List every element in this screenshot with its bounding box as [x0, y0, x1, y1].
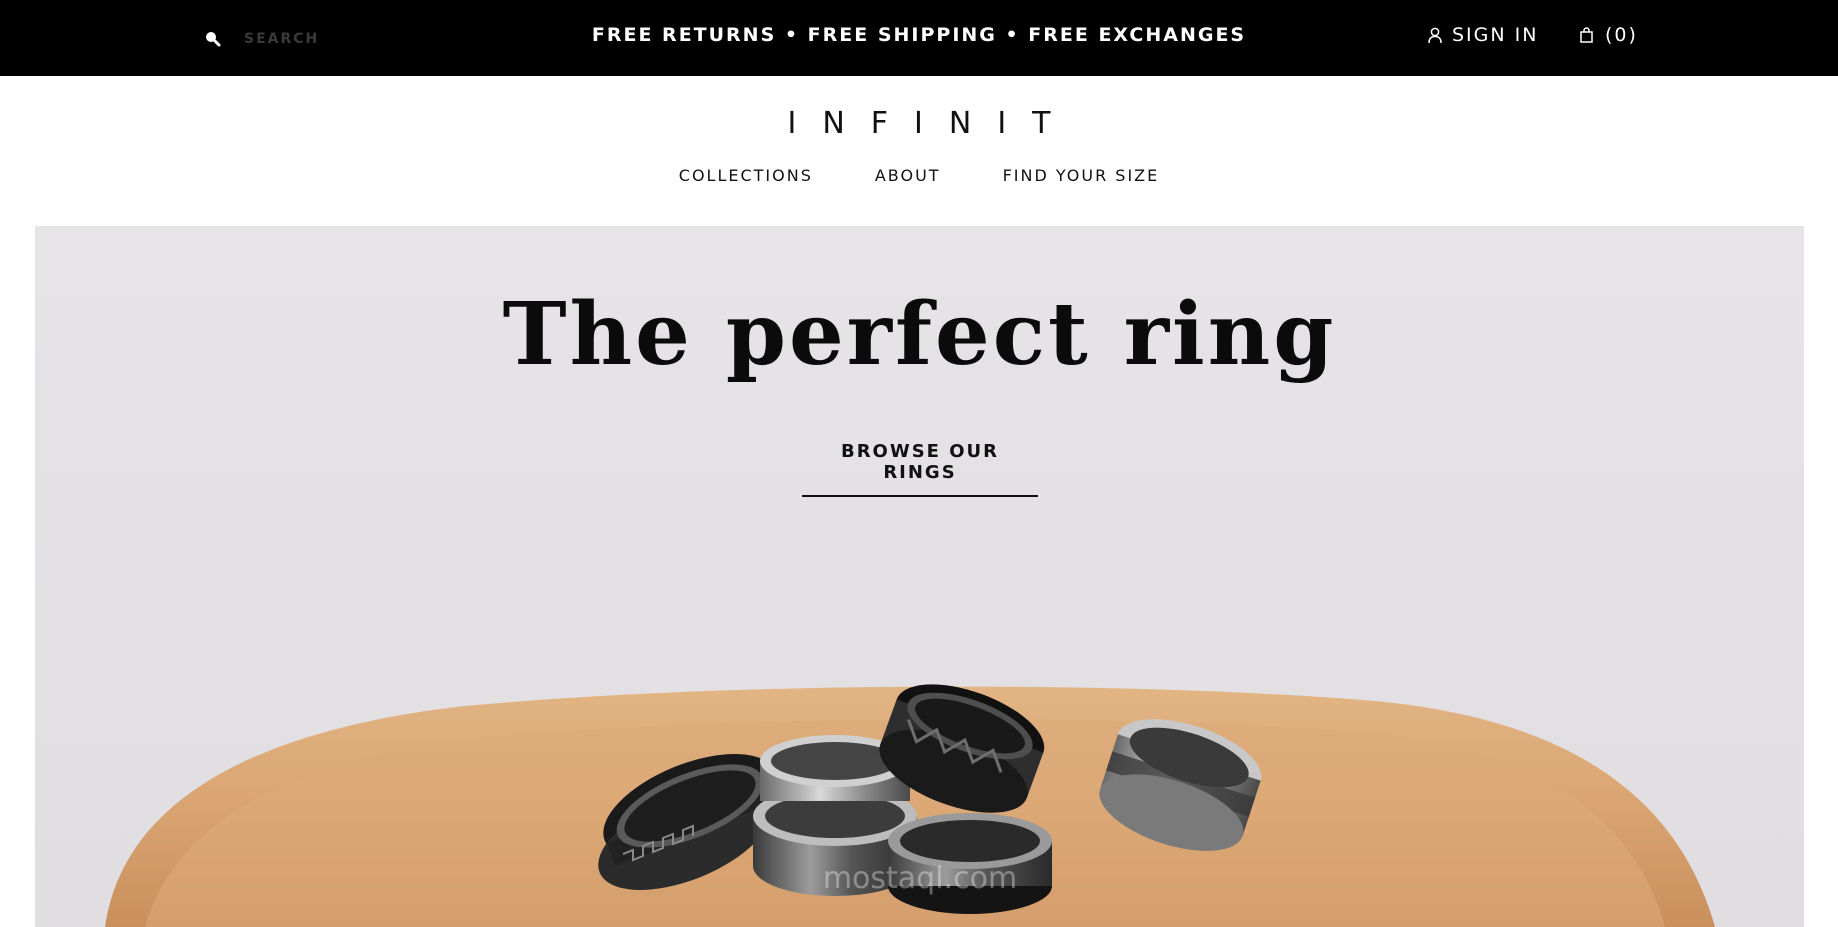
browse-rings-button[interactable]: BROWSE OUR RINGS	[802, 441, 1038, 497]
cart-count: (0)	[1605, 24, 1638, 46]
shopping-bag-icon	[1580, 27, 1593, 43]
hero-title: The perfect ring	[502, 284, 1337, 385]
watermark-text: mostaql.com	[823, 861, 1017, 896]
user-icon	[1428, 27, 1442, 43]
main-nav: COLLECTIONS ABOUT FIND YOUR SIZE	[0, 166, 1838, 185]
nav-find-your-size[interactable]: FIND YOUR SIZE	[1003, 166, 1160, 185]
cart-link[interactable]: (0)	[1580, 24, 1638, 46]
nav-about[interactable]: ABOUT	[875, 166, 941, 185]
promo-text: FREE RETURNS • FREE SHIPPING • FREE EXCH…	[591, 24, 1247, 46]
announcement-bar: FREE RETURNS • FREE SHIPPING • FREE EXCH…	[0, 0, 1838, 76]
nav-collections[interactable]: COLLECTIONS	[679, 166, 813, 185]
sign-in-link[interactable]: SIGN IN	[1428, 24, 1538, 46]
hero-banner: mostaql.com The perfect ring BROWSE OUR …	[35, 226, 1804, 927]
brand-logo[interactable]: INFINIT	[0, 106, 1838, 141]
sign-in-label: SIGN IN	[1452, 24, 1539, 46]
